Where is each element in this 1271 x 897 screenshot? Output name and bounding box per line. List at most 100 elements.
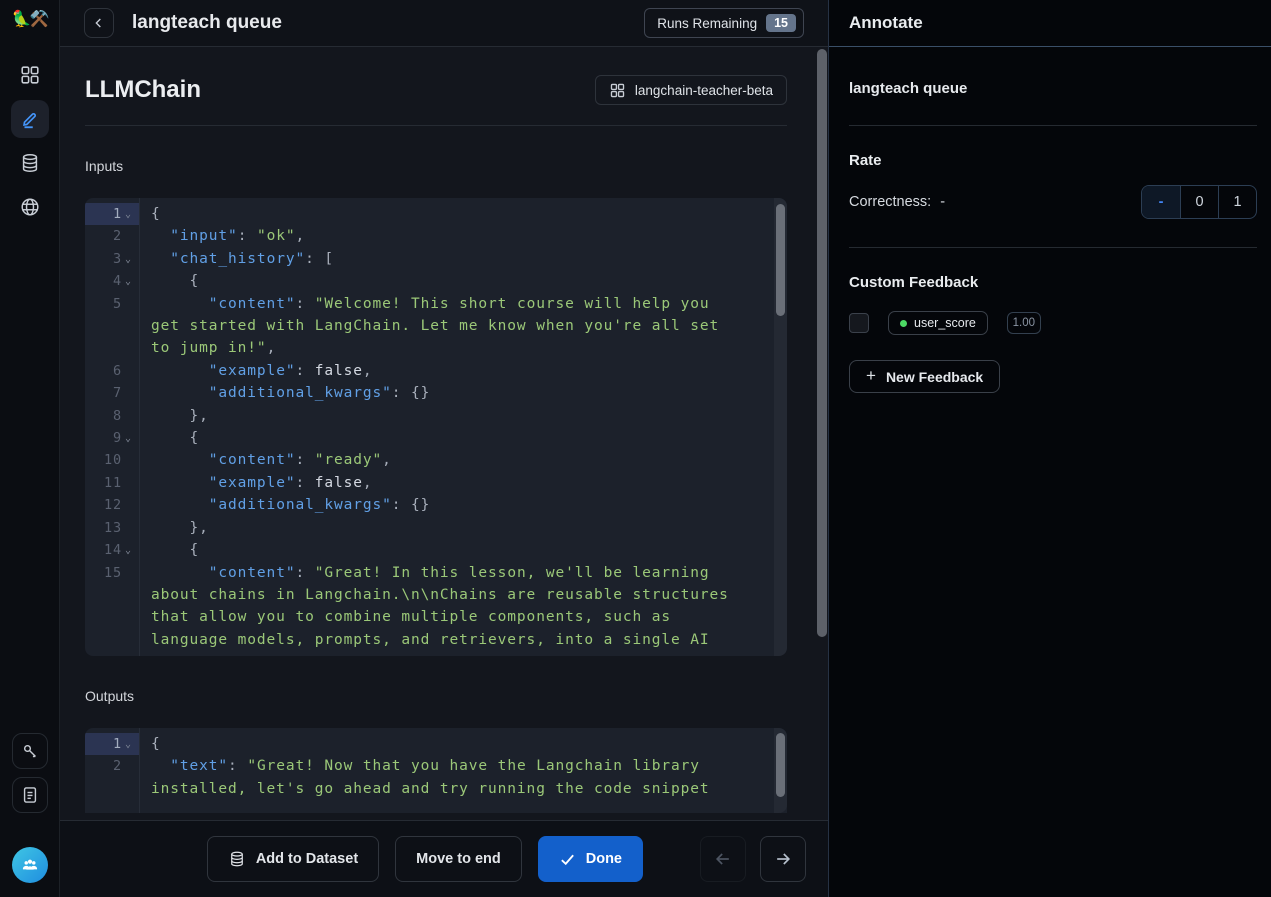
- done-button[interactable]: Done: [538, 836, 643, 882]
- code-text: "chat_history": [: [139, 248, 744, 270]
- fold-chevron-icon[interactable]: ⌄: [125, 428, 135, 450]
- queue-name: langteach queue: [849, 80, 1257, 97]
- code-line: 10 "content": "ready",: [85, 449, 787, 471]
- code-line: 9⌄ {: [85, 427, 787, 449]
- line-number-gutter: 12: [85, 494, 139, 516]
- code-line: 2 "text": "Great! Now that you have the …: [85, 755, 787, 800]
- inputs-code-editor[interactable]: 1⌄{2 "input": "ok",3⌄ "chat_history": [4…: [85, 198, 787, 656]
- add-to-dataset-button[interactable]: Add to Dataset: [207, 836, 379, 882]
- main-panel: langteach queue Runs Remaining 15 LLMCha…: [60, 0, 828, 897]
- outputs-code-lines: 1⌄{2 "text": "Great! Now that you have t…: [85, 733, 787, 800]
- line-number: 6: [113, 360, 122, 382]
- project-badge[interactable]: langchain-teacher-beta: [595, 75, 787, 105]
- rating-option-0[interactable]: 0: [1180, 186, 1218, 218]
- line-number: 2: [113, 755, 122, 777]
- action-bar: Add to Dataset Move to end Done: [60, 820, 828, 897]
- done-label: Done: [586, 851, 622, 867]
- grid-icon: [19, 64, 41, 86]
- code-line: 1⌄{: [85, 733, 787, 755]
- line-number: 5: [113, 293, 122, 315]
- correctness-value: -: [940, 194, 945, 210]
- page-title: langteach queue: [132, 12, 282, 34]
- document-icon: [20, 785, 40, 805]
- project-badge-label: langchain-teacher-beta: [635, 83, 773, 98]
- code-line: 4⌄ {: [85, 270, 787, 292]
- feedback-row: user_score 1.00: [849, 311, 1257, 335]
- code-text: {: [139, 427, 744, 449]
- annotate-title: Annotate: [829, 0, 1271, 47]
- fold-chevron-icon[interactable]: ⌄: [125, 271, 135, 293]
- code-text: "content": "ready",: [139, 449, 744, 471]
- back-button[interactable]: [84, 8, 114, 38]
- line-number-gutter: 13: [85, 517, 139, 539]
- runs-remaining-chip: Runs Remaining 15: [644, 8, 804, 38]
- key-icon: [20, 741, 40, 761]
- code-text: {: [139, 539, 744, 561]
- langsmith-logo-icon: 🦜⚒️: [12, 12, 48, 28]
- database-icon: [228, 850, 246, 868]
- line-number: 7: [113, 382, 122, 404]
- new-feedback-button[interactable]: + New Feedback: [849, 360, 1000, 393]
- line-number: 3: [113, 248, 122, 270]
- sidebar-item-hub[interactable]: [11, 188, 49, 226]
- database-icon: [19, 152, 41, 174]
- feedback-checkbox[interactable]: [849, 313, 869, 333]
- outputs-label: Outputs: [85, 688, 787, 704]
- code-text: {: [139, 203, 744, 225]
- inputs-code-lines: 1⌄{2 "input": "ok",3⌄ "chat_history": [4…: [85, 203, 787, 651]
- add-to-dataset-label: Add to Dataset: [256, 851, 358, 867]
- panel-divider: [849, 247, 1257, 248]
- annotate-panel: Annotate langteach queue Rate Correctnes…: [828, 0, 1271, 897]
- line-number-gutter: 9⌄: [85, 427, 139, 449]
- line-number-gutter: 2: [85, 755, 139, 777]
- previous-run-button[interactable]: [700, 836, 746, 882]
- line-number-gutter: 10: [85, 449, 139, 471]
- code-text: "example": false,: [139, 360, 744, 382]
- sidebar-item-projects[interactable]: [11, 56, 49, 94]
- code-line: 6 "example": false,: [85, 360, 787, 382]
- pencil-icon: [19, 108, 41, 130]
- line-number-gutter: 11: [85, 472, 139, 494]
- line-number-gutter: 14⌄: [85, 539, 139, 561]
- heading-divider: [85, 125, 787, 126]
- outputs-code-editor[interactable]: 1⌄{2 "text": "Great! Now that you have t…: [85, 728, 787, 813]
- line-number-gutter: 4⌄: [85, 270, 139, 292]
- feedback-key-chip[interactable]: user_score: [888, 311, 988, 335]
- api-keys-button[interactable]: [12, 733, 48, 769]
- code-line: 11 "example": false,: [85, 472, 787, 494]
- outputs-scrollbar-thumb[interactable]: [776, 733, 785, 797]
- move-to-end-button[interactable]: Move to end: [395, 836, 522, 882]
- rating-option-1[interactable]: 1: [1218, 186, 1256, 218]
- rating-option-none[interactable]: -: [1142, 186, 1180, 218]
- run-detail: LLMChain langchain-teacher-beta Inputs 1…: [60, 47, 828, 820]
- line-number: 1: [113, 203, 122, 225]
- feedback-value-input[interactable]: 1.00: [1007, 312, 1041, 334]
- line-number: 10: [104, 449, 122, 471]
- sidebar-bottom: [12, 733, 48, 883]
- code-line: 3⌄ "chat_history": [: [85, 248, 787, 270]
- line-number: 1: [113, 733, 122, 755]
- sidebar-item-datasets[interactable]: [11, 144, 49, 182]
- check-icon: [559, 851, 576, 868]
- code-text: "input": "ok",: [139, 225, 744, 247]
- code-text: {: [139, 270, 744, 292]
- fold-chevron-icon[interactable]: ⌄: [125, 734, 135, 756]
- correctness-row: Correctness: - -01: [849, 185, 1257, 219]
- next-run-button[interactable]: [760, 836, 806, 882]
- code-text: "text": "Great! Now that you have the La…: [139, 755, 744, 800]
- code-text: {: [139, 733, 744, 755]
- fold-chevron-icon[interactable]: ⌄: [125, 540, 135, 562]
- docs-button[interactable]: [12, 777, 48, 813]
- user-avatar[interactable]: [12, 847, 48, 883]
- line-number-gutter: 8: [85, 405, 139, 427]
- correctness-rating-group: -01: [1141, 185, 1257, 219]
- main-scrollbar-thumb[interactable]: [817, 49, 827, 637]
- inputs-scrollbar-thumb[interactable]: [776, 204, 785, 316]
- code-line: 8 },: [85, 405, 787, 427]
- sidebar-item-annotation-queues[interactable]: [11, 100, 49, 138]
- code-text: "additional_kwargs": {}: [139, 382, 744, 404]
- fold-chevron-icon[interactable]: ⌄: [125, 204, 135, 226]
- fold-chevron-icon[interactable]: ⌄: [125, 249, 135, 271]
- code-line: 1⌄{: [85, 203, 787, 225]
- line-number-gutter: 1⌄: [85, 203, 139, 225]
